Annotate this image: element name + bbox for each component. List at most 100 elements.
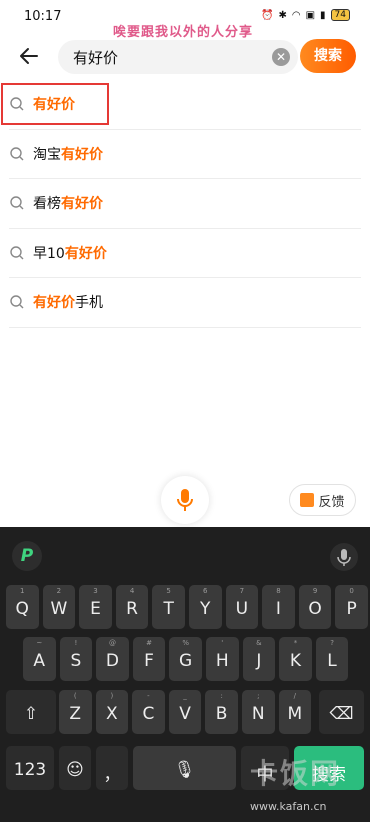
key-alt-label: - xyxy=(147,692,150,700)
suggestion-item[interactable]: 淘宝有好价 xyxy=(9,130,361,179)
key-i[interactable]: 8I xyxy=(262,585,295,629)
feedback-button[interactable]: 反馈 xyxy=(289,484,356,516)
key-label: ⇧ xyxy=(23,704,39,724)
search-header: ✕ 搜索 xyxy=(0,34,370,80)
key-z[interactable]: (Z xyxy=(59,690,92,734)
key-alt-label: ' xyxy=(221,639,224,647)
feedback-icon xyxy=(300,493,315,507)
key-g[interactable]: % G xyxy=(169,637,202,681)
emoji-key[interactable]: ☺ xyxy=(59,746,91,790)
key-label: 123 xyxy=(13,760,47,780)
key-f[interactable]: # F xyxy=(132,637,166,681)
key-b[interactable]: :B xyxy=(205,690,238,734)
status-time: 10:17 xyxy=(24,9,62,24)
wifi-icon: ◠ xyxy=(291,9,301,21)
key-label: Z xyxy=(69,704,82,724)
key-u[interactable]: 7U xyxy=(225,585,259,629)
key-label: H xyxy=(215,651,229,671)
key-alt-label: & xyxy=(256,639,262,647)
key-alt-label: 4 xyxy=(129,587,135,595)
hd-icon: ▣ xyxy=(305,9,316,21)
key-alt-label: 8 xyxy=(276,587,281,595)
key-q[interactable]: 1Q xyxy=(6,585,39,629)
key-h[interactable]: ' H xyxy=(206,637,239,681)
key-alt-label: : xyxy=(220,692,223,700)
key-y[interactable]: 6Y xyxy=(189,585,222,629)
search-icon xyxy=(10,295,24,309)
key-label: P xyxy=(346,599,357,619)
suggestion-item[interactable]: 有好价手机 xyxy=(9,278,361,328)
backspace-key[interactable]: ⌫ xyxy=(319,690,364,734)
key-alt-label: ) xyxy=(110,692,114,700)
status-bar: 10:17 唉要跟我以外的人分享 ⏰ ✱ ◠ ▣ ▮ 74 xyxy=(0,0,370,40)
suggestion-item[interactable]: 早10有好价 xyxy=(9,229,361,278)
key-alt-label: # xyxy=(146,639,152,647)
battery-icon: 74 xyxy=(330,9,350,21)
key-alt-label: 6 xyxy=(203,587,208,595)
search-icon xyxy=(10,147,24,161)
watermark-logo: 卡饭网 xyxy=(250,757,341,790)
key-c[interactable]: -C xyxy=(132,690,165,734)
microphone-icon xyxy=(177,489,193,511)
key-n[interactable]: ; N xyxy=(242,690,275,734)
numbers-key[interactable]: 123 xyxy=(6,746,54,790)
key-alt-label: 3 xyxy=(93,587,98,595)
key-label: Q xyxy=(15,599,29,619)
key-p[interactable]: 0P xyxy=(335,585,368,629)
key-label: T xyxy=(163,599,174,619)
key-j[interactable]: & J xyxy=(242,637,276,681)
clear-icon[interactable]: ✕ xyxy=(272,48,290,66)
key-t[interactable]: 5T xyxy=(152,585,185,629)
comma-key[interactable]: ， xyxy=(96,746,128,790)
shift-key[interactable]: ⇧ xyxy=(6,690,56,734)
key-alt-label: ; xyxy=(257,692,260,700)
key-s[interactable]: ! S xyxy=(59,637,93,681)
key-label: U xyxy=(235,599,249,619)
key-label: W xyxy=(50,599,68,619)
key-label: E xyxy=(90,599,101,619)
search-button[interactable]: 搜索 xyxy=(300,39,356,73)
key-e[interactable]: 3E xyxy=(79,585,112,629)
watermark-url: www.kafan.cn xyxy=(250,800,327,813)
key-d[interactable]: @ D xyxy=(96,637,129,681)
key-label: B xyxy=(215,704,228,724)
key-alt-label: 2 xyxy=(56,587,62,595)
key-k[interactable]: * K xyxy=(279,637,312,681)
key-label: R xyxy=(126,599,138,619)
key-o[interactable]: 9O xyxy=(298,585,332,629)
key-x[interactable]: ) X xyxy=(95,690,129,734)
key-label: K xyxy=(289,651,302,671)
key-a[interactable]: ~ A xyxy=(23,637,56,681)
suggestion-item[interactable]: 看榜有好价 xyxy=(9,179,361,229)
key-alt-label: 0 xyxy=(349,587,354,595)
key-label: F xyxy=(144,651,154,671)
key-label: S xyxy=(70,651,82,671)
feedback-label: 反馈 xyxy=(318,494,345,510)
back-arrow-icon[interactable] xyxy=(17,44,41,68)
key-label: Y xyxy=(200,599,211,619)
key-label: I xyxy=(275,599,281,619)
status-icons: ⏰ ✱ ◠ ▣ ▮ 74 xyxy=(261,9,350,21)
search-input[interactable] xyxy=(73,40,263,74)
key-alt-label: _ xyxy=(183,692,187,700)
key-alt-label: % xyxy=(182,639,189,647)
key-m[interactable]: / M xyxy=(278,690,312,734)
key-w[interactable]: 2W xyxy=(42,585,76,629)
key-alt-label: * xyxy=(293,639,298,647)
keyboard-logo-icon[interactable]: P xyxy=(12,541,42,571)
suggestion-text: 有好价手机 xyxy=(33,295,103,312)
key-label: D xyxy=(105,651,119,671)
key-r[interactable]: 4R xyxy=(115,585,149,629)
space-key[interactable]: 🎙 xyxy=(133,746,236,790)
voice-search-button[interactable] xyxy=(161,476,209,524)
key-label: O xyxy=(308,599,322,619)
key-v[interactable]: _ V xyxy=(168,690,202,734)
key-alt-label: 1 xyxy=(20,587,25,595)
key-alt-label: 5 xyxy=(166,587,171,595)
keyboard-mic-icon[interactable] xyxy=(330,543,358,571)
suggestion-text: 早10有好价 xyxy=(33,245,107,262)
key-label: G xyxy=(179,651,193,671)
key-label: J xyxy=(256,651,262,671)
key-l[interactable]: ? L xyxy=(315,637,349,681)
search-box[interactable]: ✕ xyxy=(58,40,298,74)
